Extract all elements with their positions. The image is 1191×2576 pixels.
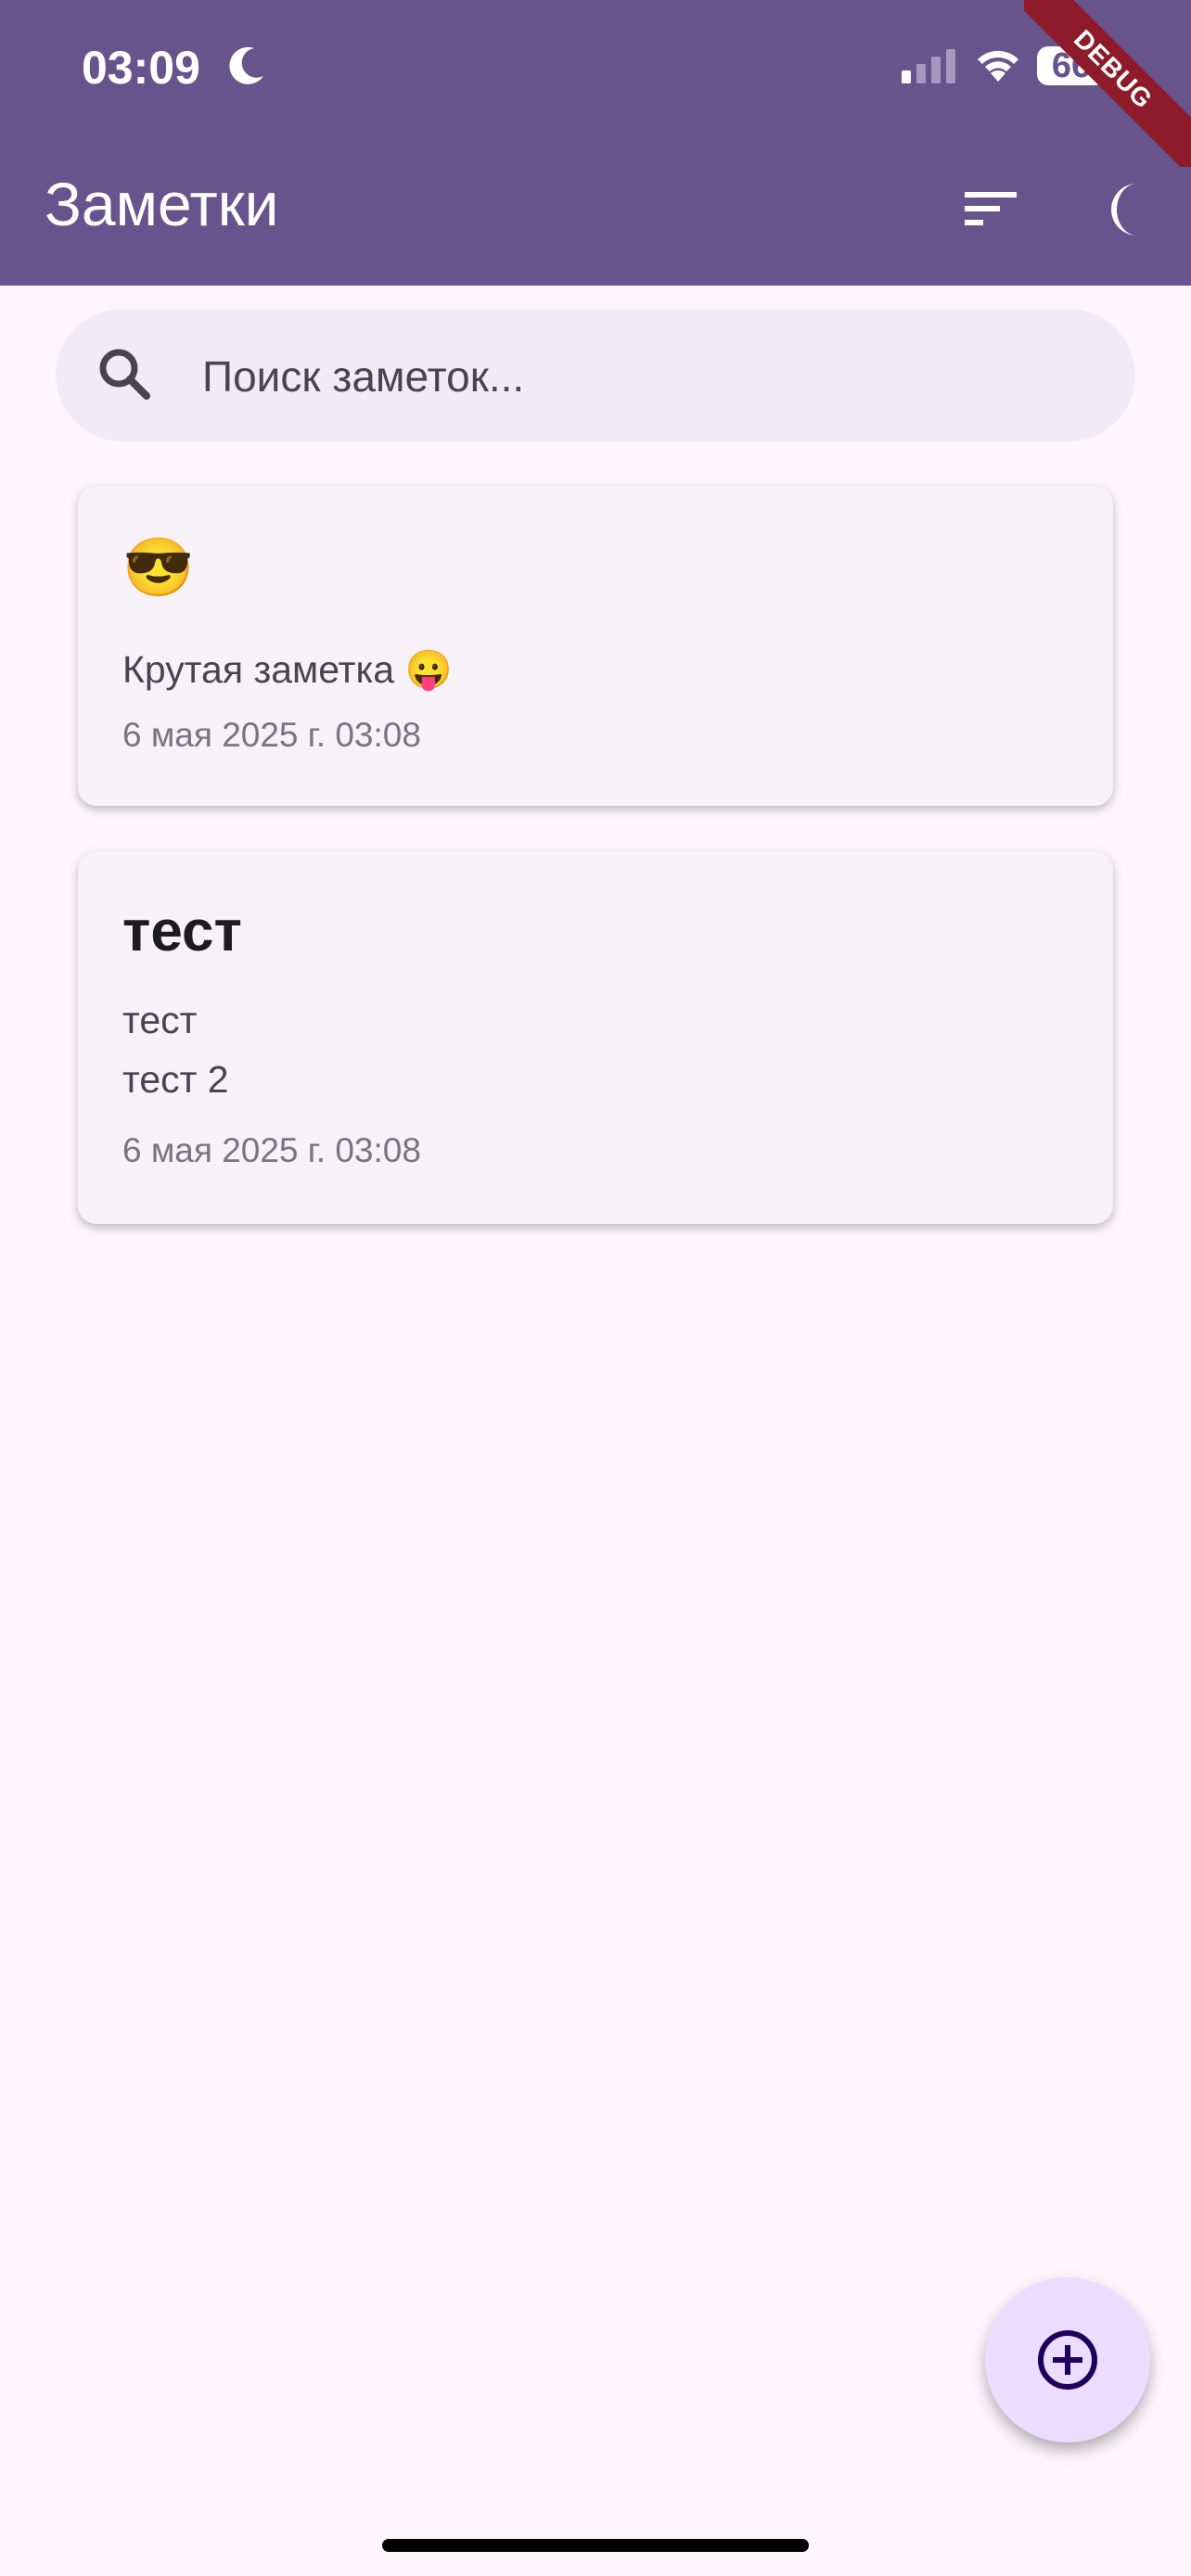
note-card[interactable]: тест тест тест 2 6 мая 2025 г. 03:08 xyxy=(78,851,1113,1224)
home-indicator[interactable] xyxy=(382,2539,809,2552)
app-bar: 03:09 66 DEBUG Заметки xyxy=(0,0,1191,286)
search-icon xyxy=(93,342,158,411)
theme-toggle-button[interactable] xyxy=(1087,172,1161,247)
status-time: 03:09 xyxy=(82,42,200,94)
page-title: Заметки xyxy=(45,170,279,238)
search-input[interactable] xyxy=(200,309,1095,443)
debug-label: DEBUG xyxy=(1024,0,1191,167)
note-title: 😎 xyxy=(122,536,195,600)
note-card[interactable]: 😎 Крутая заметка 😛 6 мая 2025 г. 03:08 xyxy=(78,486,1113,806)
search-bar[interactable] xyxy=(56,309,1135,443)
sort-button[interactable] xyxy=(954,176,1028,241)
dark-mode-icon xyxy=(1111,184,1137,236)
note-title: тест xyxy=(122,899,242,963)
cellular-signal-icon xyxy=(902,48,957,89)
moon-icon xyxy=(226,45,267,89)
add-note-button[interactable] xyxy=(985,2277,1150,2442)
note-date: 6 мая 2025 г. 03:08 xyxy=(122,716,421,754)
add-circle-icon xyxy=(1038,2330,1097,2390)
debug-banner: DEBUG xyxy=(1024,0,1191,167)
note-date: 6 мая 2025 г. 03:08 xyxy=(122,1131,421,1169)
note-body: тест тест 2 xyxy=(122,999,229,1101)
note-body: Крутая заметка 😛 xyxy=(122,648,453,691)
wifi-icon xyxy=(972,45,1024,89)
sort-icon xyxy=(965,192,1017,225)
